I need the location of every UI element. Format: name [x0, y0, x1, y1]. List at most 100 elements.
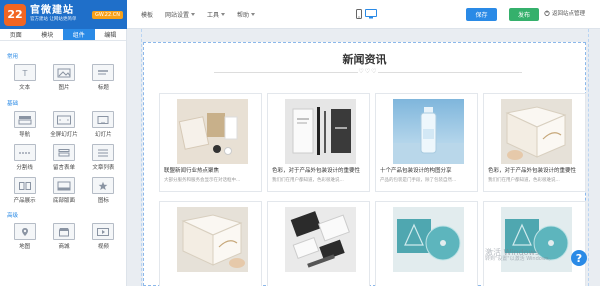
back-to-site-manager[interactable]: 返回站点管理	[544, 9, 585, 17]
power-icon	[544, 10, 550, 16]
menu-template[interactable]: 模板	[141, 10, 153, 19]
left-panel: 页面 模块 组件 编辑 常用 T 文本 图片 标题 基础 导航 全屏幻灯片 幻灯…	[0, 29, 127, 286]
component-video[interactable]: 视频	[87, 223, 120, 250]
brand-logo[interactable]: 22	[4, 3, 26, 26]
guide-line-left	[141, 29, 142, 286]
group-title-advanced: 高级	[7, 213, 19, 219]
component-fullscreen-slider[interactable]: 全屏幻灯片	[47, 111, 80, 138]
news-desc: 我们们在用户都知道，色彩很难说...	[272, 178, 344, 183]
top-toolbar: 模板 网站设置 工具 帮助 保存 发布 返回站点管理	[127, 0, 600, 29]
chevron-down-icon	[191, 12, 196, 16]
tab-components[interactable]: 组件	[63, 29, 95, 40]
help-button[interactable]: ?	[571, 250, 587, 266]
brand-site-badge: GW.22.CN	[91, 11, 123, 19]
group-common-grid: T 文本 图片 标题	[0, 60, 126, 91]
star-icon	[92, 177, 115, 194]
menu-help-label: 帮助	[237, 11, 250, 19]
component-label: 商城	[58, 244, 70, 250]
menu-template-label: 模板	[141, 11, 154, 19]
back-label: 返回站点管理	[552, 11, 586, 17]
watermark-line2: 转到"设置"以激活 Windows。	[485, 256, 554, 263]
guide-line-right	[588, 29, 589, 286]
component-label: 全屏幻灯片	[50, 132, 78, 138]
component-map[interactable]: 地图	[8, 223, 41, 250]
menu-help[interactable]: 帮助	[237, 10, 256, 19]
brand-name: 官微建站	[30, 5, 74, 17]
news-title[interactable]: 十个产品包装设计的构图分享	[380, 166, 476, 174]
news-title[interactable]: 色彩，对于产品外包装设计的重要性	[272, 166, 368, 174]
component-divider[interactable]: 分割线	[8, 144, 41, 171]
news-card[interactable]: 色彩，对于产品外包装设计的重要性 我们们在用户都知道，色彩很难说...	[267, 93, 370, 192]
fullscreen-slider-icon	[52, 111, 75, 128]
news-card[interactable]: 联盟新闻行业热点聚焦 大部分服务和服务会显示在对话框中...	[159, 93, 262, 192]
menu-tools-label: 工具	[207, 11, 220, 19]
news-card[interactable]: 色彩，对于产品外包装设计的重要性 我们们在用户都知道，色彩很难说...	[483, 93, 586, 192]
news-image-bottle[interactable]	[393, 99, 464, 164]
component-footer-layout[interactable]: 底部版面	[47, 177, 80, 204]
news-desc: 我们们在用户都知道，色彩很难说...	[488, 178, 560, 183]
component-label: 视频	[97, 244, 109, 250]
product-icon	[13, 177, 36, 194]
component-label: 底部版面	[52, 198, 75, 204]
news-desc: 产品的包装是门手段，除了包装自然...	[380, 178, 457, 183]
brand-text: 官微建站 官方建站 让网站更简单	[30, 6, 76, 23]
news-image-brand-kit[interactable]	[285, 207, 356, 272]
list-icon	[92, 144, 115, 161]
news-card[interactable]	[159, 201, 262, 286]
desktop-preview-icon[interactable]	[365, 8, 377, 20]
component-label: 导航	[19, 132, 31, 138]
news-card[interactable]	[375, 201, 478, 286]
news-title[interactable]: 色彩，对于产品外包装设计的重要性	[488, 166, 584, 174]
panel-tabs: 页面 模块 组件 编辑	[0, 29, 126, 41]
news-card[interactable]	[483, 201, 586, 286]
menu-site-settings-label: 网站设置	[165, 11, 190, 19]
windows-activation-watermark: 激活 Windows 转到"设置"以激活 Windows。	[485, 248, 554, 263]
menu-tools[interactable]: 工具	[207, 10, 226, 19]
save-button[interactable]: 保存	[466, 8, 497, 21]
component-text[interactable]: T 文本	[8, 64, 41, 91]
group-advanced-grid: 地图 商城 视频	[0, 219, 126, 250]
component-product-display[interactable]: 产品展示	[8, 177, 41, 204]
tab-edit[interactable]: 编辑	[95, 29, 127, 40]
tab-modules[interactable]: 模块	[32, 29, 64, 40]
component-label: 图片	[58, 85, 70, 91]
title-divider-right	[378, 72, 522, 73]
component-mall[interactable]: 商城	[47, 223, 80, 250]
news-image-booklet[interactable]	[501, 99, 572, 164]
component-slider[interactable]: 幻灯片	[87, 111, 120, 138]
divider-icon	[13, 144, 36, 161]
news-title[interactable]: 联盟新闻行业热点聚焦	[164, 166, 260, 174]
app-window: 22 官微建站 官方建站 让网站更简单 GW.22.CN 模板 网站设置 工具 …	[0, 0, 600, 286]
component-image[interactable]: 图片	[47, 64, 80, 91]
group-basic-grid: 导航 全屏幻灯片 幻灯片 分割线 留言表单 文章列表 产品展示 底部版面 图标	[0, 107, 126, 204]
hearts-icon: ♡♡♡	[358, 68, 378, 75]
news-card[interactable]	[267, 201, 370, 286]
component-label: 地图	[19, 244, 31, 250]
component-nav[interactable]: 导航	[8, 111, 41, 138]
publish-button[interactable]: 发布	[509, 8, 539, 21]
news-image-cd[interactable]	[393, 207, 464, 272]
group-title-basic: 基础	[7, 101, 19, 107]
brand-slogan: 官方建站 让网站更简单	[30, 17, 77, 23]
tab-pages[interactable]: 页面	[0, 29, 32, 40]
component-title[interactable]: 标题	[87, 64, 120, 91]
news-image-stationery[interactable]	[177, 99, 248, 164]
component-label: 文本	[19, 85, 31, 91]
mobile-preview-icon[interactable]	[353, 8, 365, 20]
news-image-pens[interactable]	[285, 99, 356, 164]
menu-site-settings[interactable]: 网站设置	[165, 10, 196, 19]
text-icon: T	[13, 64, 36, 81]
component-label: 文章列表	[92, 165, 115, 171]
heading-icon	[92, 64, 115, 81]
component-label: 留言表单	[52, 165, 75, 171]
component-article-list[interactable]: 文章列表	[87, 144, 120, 171]
title-divider-left	[214, 72, 358, 73]
svg-text:T: T	[21, 69, 27, 78]
component-icon[interactable]: 图标	[87, 177, 120, 204]
section-title[interactable]: 新闻资讯	[144, 51, 585, 67]
news-image-booklet[interactable]	[177, 207, 248, 272]
image-icon	[52, 64, 75, 81]
chevron-down-icon	[221, 12, 226, 16]
news-card[interactable]: 十个产品包装设计的构图分享 产品的包装是门手段，除了包装自然...	[375, 93, 478, 192]
component-message-form[interactable]: 留言表单	[47, 144, 80, 171]
